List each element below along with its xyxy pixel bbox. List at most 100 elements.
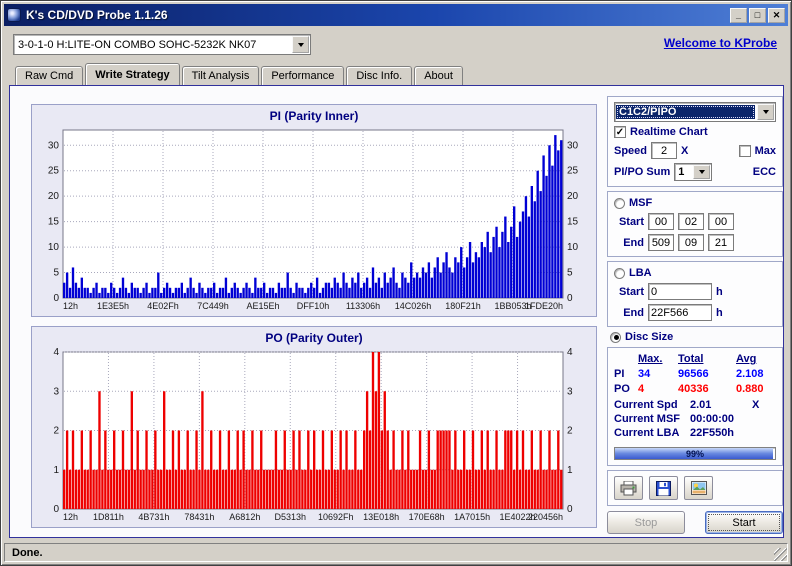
snapshot-button[interactable]	[684, 476, 713, 500]
tab-tilt-analysis[interactable]: Tilt Analysis	[181, 66, 260, 85]
msf-radio[interactable]	[614, 197, 625, 209]
disc-size-radio[interactable]	[610, 331, 621, 343]
tab-write-strategy[interactable]: Write Strategy	[85, 63, 180, 85]
svg-text:DFF10h: DFF10h	[297, 301, 330, 311]
welcome-link[interactable]: Welcome to KProbe	[664, 36, 777, 50]
pipo-sum-dropdown-button[interactable]	[693, 165, 711, 179]
svg-text:4E02Fh: 4E02Fh	[147, 301, 179, 311]
mode-selector-value: C1C2/PIPO	[616, 105, 755, 119]
title-bar: K's CD/DVD Probe 1.1.26 _ □ ✕	[4, 4, 788, 26]
pipo-sum-row: PI/PO Sum 1 ECC	[614, 163, 776, 181]
svg-text:180F21h: 180F21h	[445, 301, 481, 311]
svg-text:10: 10	[567, 242, 579, 253]
svg-text:A6812h: A6812h	[229, 512, 260, 522]
realtime-chart-checkbox[interactable]: ✓	[614, 126, 626, 138]
chevron-down-icon	[297, 42, 304, 47]
current-lba-label: Current LBA	[614, 427, 680, 439]
svg-text:30: 30	[567, 140, 579, 151]
scan-actions: Stop Start	[607, 511, 783, 534]
pipo-sum-select[interactable]: 1	[674, 163, 713, 181]
svg-text:20: 20	[567, 191, 579, 202]
mode-dropdown-button[interactable]	[757, 104, 774, 120]
lba-group: LBA Start h End h	[607, 261, 783, 327]
lba-end-input[interactable]	[648, 304, 712, 321]
svg-text:5: 5	[567, 268, 573, 279]
tab-performance[interactable]: Performance	[261, 66, 345, 85]
pi-chart-title: PI (Parity Inner)	[269, 109, 359, 123]
save-button[interactable]	[649, 476, 678, 500]
pi-chart: PI (Parity Inner) 0 0 5 5 10 10 15 15 20 20 25 25 30…	[31, 104, 597, 317]
lba-end-unit: h	[716, 306, 723, 319]
app-window: K's CD/DVD Probe 1.1.26 _ □ ✕ 3-0-1-0 H:…	[0, 0, 792, 566]
svg-text:25: 25	[48, 166, 60, 177]
chevron-down-icon	[698, 170, 705, 174]
msf-start-min-field[interactable]	[648, 213, 674, 230]
svg-text:5: 5	[53, 268, 59, 279]
minimize-icon: _	[735, 9, 741, 20]
progress-label: 99%	[685, 449, 704, 459]
current-spd-value: 2.01	[690, 399, 712, 411]
svg-text:3: 3	[567, 386, 573, 397]
drive-dropdown-button[interactable]	[292, 36, 309, 53]
current-msf-label: Current MSF	[614, 413, 680, 425]
current-lba-value: 22F550h	[690, 427, 735, 439]
tab-about[interactable]: About	[414, 66, 463, 85]
msf-group: MSF Start End	[607, 191, 783, 257]
msf-end-sec-field[interactable]	[678, 234, 704, 251]
resize-grip[interactable]	[774, 548, 787, 561]
tab-page-write-strategy: PI (Parity Inner) 0 0 5 5 10 10 15 15 20 20 25 25 30…	[9, 85, 784, 538]
output-buttons-group	[607, 470, 783, 506]
status-panel: Done.	[4, 543, 788, 562]
start-button[interactable]: Start	[705, 511, 783, 534]
image-icon	[690, 481, 707, 495]
svg-text:4: 4	[53, 347, 59, 358]
svg-text:15: 15	[567, 217, 579, 228]
svg-text:25: 25	[567, 166, 579, 177]
svg-text:12h: 12h	[63, 301, 78, 311]
stop-button[interactable]: Stop	[607, 511, 685, 534]
po-plot: 0 0 1 1 2 2 3 3 4 4 12h 1D811h 4B731h 78431h A6812h D53…	[53, 347, 573, 522]
msf-radio-row: MSF	[614, 197, 776, 209]
drive-selector[interactable]: 3-0-1-0 H:LITE-ON COMBO SOHC-5232K NK07	[13, 34, 311, 55]
current-msf-value: 00:00:00	[690, 413, 735, 425]
window-title: K's CD/DVD Probe 1.1.26	[26, 8, 168, 22]
svg-text:10: 10	[48, 242, 60, 253]
svg-text:13E018h: 13E018h	[363, 512, 399, 522]
svg-text:1A7015h: 1A7015h	[454, 512, 490, 522]
msf-label: MSF	[629, 197, 653, 209]
scan-settings-group: C1C2/PIPO ✓ Realtime Chart Speed X Max P…	[607, 96, 783, 187]
msf-start-sec-field[interactable]	[678, 213, 704, 230]
current-spd-unit: X	[752, 399, 760, 411]
minimize-button[interactable]: _	[730, 7, 747, 23]
window-controls: _ □ ✕	[730, 7, 785, 23]
max-speed-checkbox[interactable]	[738, 144, 751, 157]
po-row-label: PO	[614, 383, 630, 395]
mode-selector[interactable]: C1C2/PIPO	[614, 102, 776, 122]
close-button[interactable]: ✕	[768, 7, 785, 23]
svg-text:113306h: 113306h	[346, 301, 380, 311]
msf-start-label: Start	[618, 215, 644, 228]
stats-header-avg: Avg	[736, 353, 757, 365]
lba-start-input[interactable]	[648, 283, 712, 300]
tab-disc-info[interactable]: Disc Info.	[346, 66, 413, 85]
app-icon	[7, 8, 21, 22]
speed-input[interactable]	[651, 142, 678, 159]
lba-start-label: Start	[618, 285, 644, 298]
lba-start-unit: h	[716, 285, 723, 298]
maximize-icon: □	[754, 9, 761, 20]
print-button[interactable]	[614, 476, 643, 500]
pi-row-label: PI	[614, 368, 625, 380]
svg-text:14C026h: 14C026h	[395, 301, 432, 311]
po-chart: PO (Parity Outer) 0 0 1 1 2 2 3 3 4 4 12h 1D811h 4B7…	[31, 326, 597, 528]
pi-avg: 2.108	[736, 368, 764, 380]
lba-radio-row: LBA	[614, 267, 776, 279]
tab-raw-cmd[interactable]: Raw Cmd	[15, 66, 84, 85]
maximize-button[interactable]: □	[749, 7, 766, 23]
msf-end-frame-field[interactable]	[708, 234, 734, 251]
msf-end-min-field[interactable]	[648, 234, 674, 251]
msf-start-frame-field[interactable]	[708, 213, 734, 230]
msf-end-label: End	[623, 236, 644, 249]
svg-text:0: 0	[567, 504, 573, 515]
svg-text:15: 15	[48, 217, 60, 228]
lba-radio[interactable]	[614, 267, 625, 279]
